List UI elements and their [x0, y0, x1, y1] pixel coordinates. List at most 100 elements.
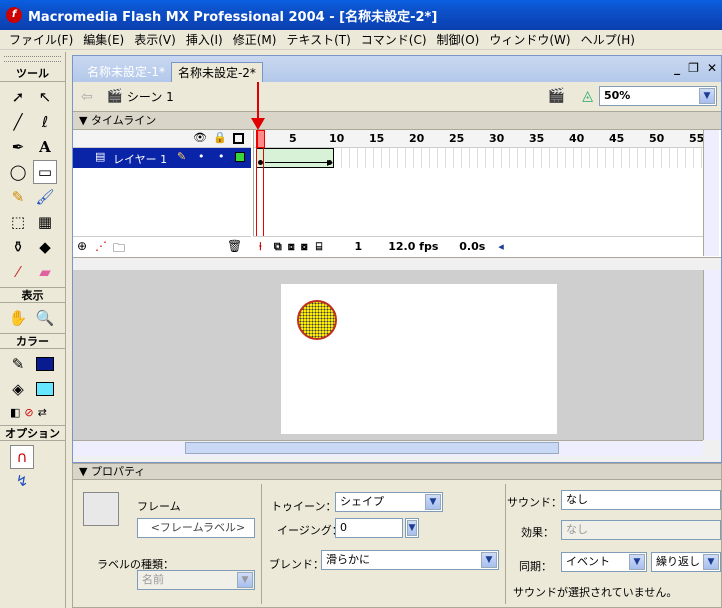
line-tool-icon[interactable]: ╱ — [6, 110, 30, 134]
easing-input[interactable]: 0 — [335, 518, 403, 538]
tween-select[interactable]: シェイプ ▼ — [335, 492, 443, 512]
pencil-tool-icon[interactable]: ✎ — [6, 185, 30, 209]
scroll-left-icon[interactable]: ◂ — [498, 240, 504, 253]
menu-help[interactable]: ヘルプ(H) — [576, 31, 640, 48]
add-folder-icon[interactable]: 🗀 — [113, 239, 125, 260]
repeat-select[interactable]: 繰り返し ▼ — [651, 552, 721, 572]
minimize-icon[interactable]: _ — [674, 61, 680, 75]
keyframe-end[interactable] — [327, 160, 332, 165]
expand-triangle-icon[interactable]: ▼ — [79, 114, 87, 127]
no-color-icon[interactable]: ⊘ — [24, 406, 33, 419]
onion-markers-icon[interactable]: ⌸ — [316, 240, 323, 254]
stroke-color-swatch[interactable] — [33, 352, 57, 376]
delete-layer-icon[interactable]: 🗑 — [227, 239, 242, 253]
menu-modify[interactable]: 修正(M) — [228, 31, 282, 48]
fill-color-swatch[interactable] — [33, 377, 57, 401]
close-icon[interactable]: ✕ — [707, 61, 717, 75]
hand-tool-icon[interactable]: ✋ — [6, 306, 30, 330]
options-section-title: オプション — [0, 425, 65, 441]
arrow-tool-icon[interactable]: ➚ — [6, 85, 30, 109]
tween-label: トゥイーン： — [271, 500, 337, 513]
easing-dropdown[interactable]: ▼ — [405, 518, 419, 538]
tab-document-2[interactable]: 名称未設定-2* — [170, 62, 263, 82]
scene-label[interactable]: シーン 1 — [127, 88, 174, 105]
tab-document-1[interactable]: 名称未設定-1* — [81, 62, 171, 82]
rectangle-tool-icon[interactable]: ▭ — [33, 160, 57, 184]
zoom-tool-icon[interactable]: 🔍 — [33, 306, 57, 330]
menu-window[interactable]: ウィンドウ(W) — [484, 31, 575, 48]
text-tool-icon[interactable]: A — [33, 135, 57, 159]
lock-icon[interactable]: 🔒 — [213, 131, 227, 144]
flash-app-icon: f — [6, 7, 22, 23]
frame-label-input[interactable]: <フレームラベル> — [137, 518, 255, 538]
eyedropper-tool-icon[interactable]: ⁄ — [6, 260, 30, 284]
menu-file[interactable]: ファイル(F) — [4, 31, 78, 48]
oval-tool-icon[interactable]: ◯ — [6, 160, 30, 184]
panel-grip[interactable] — [4, 56, 61, 62]
eraser-tool-icon[interactable]: ▰ — [33, 260, 57, 284]
stage-vscroll[interactable] — [703, 270, 721, 440]
restore-icon[interactable]: ❐ — [688, 61, 699, 75]
timeline-vscroll[interactable] — [703, 130, 719, 256]
black-white-icon[interactable]: ◧ — [10, 406, 20, 419]
stage-hscroll[interactable] — [73, 440, 703, 456]
pencil-icon: ✎ — [177, 150, 187, 163]
free-transform-tool-icon[interactable]: ⬚ — [6, 210, 30, 234]
blend-select[interactable]: 滑らかに ▼ — [321, 550, 499, 570]
menu-view[interactable]: 表示(V) — [129, 31, 181, 48]
brush-tool-icon[interactable]: 🖌 — [33, 185, 57, 209]
lock-dot-icon[interactable]: • — [218, 150, 225, 163]
timeline-header[interactable]: ▼ タイムライン — [73, 112, 721, 130]
menu-edit[interactable]: 編集(E) — [78, 31, 129, 48]
layer-name[interactable]: レイヤー 1 — [113, 151, 167, 167]
fill-transform-tool-icon[interactable]: ▦ — [33, 210, 57, 234]
back-arrow-icon[interactable]: ⇦ — [81, 89, 93, 105]
properties-header[interactable]: ▼ プロパティ — [73, 464, 721, 480]
sync-select[interactable]: イベント ▼ — [561, 552, 647, 572]
menu-commands[interactable]: コマンド(C) — [356, 31, 432, 48]
subselect-tool-icon[interactable]: ↖ — [33, 85, 57, 109]
stage[interactable] — [281, 284, 557, 434]
edit-symbol-icon[interactable]: ◬ — [582, 88, 593, 104]
snap-magnet-icon[interactable]: ∩ — [10, 445, 34, 469]
scroll-thumb[interactable] — [185, 442, 559, 454]
frame-ruler[interactable]: 1 5 10 15 20 25 30 35 40 45 50 55 — [254, 130, 711, 148]
pen-tool-icon[interactable]: ✒ — [6, 135, 30, 159]
add-guide-layer-icon[interactable]: ⋰ — [95, 239, 107, 253]
properties-panel: ▼ プロパティ フレーム <フレームラベル> ラベルの種類： 名前 ▼ トゥイー… — [72, 463, 722, 608]
document-window: 名称未設定-1* 名称未設定-2* _ ❐ ✕ ⇦ 🎬 シーン 1 🎬 ◬ 50… — [72, 55, 722, 463]
edit-multiple-icon[interactable]: ⧇ — [301, 240, 308, 254]
frame-tick-label: 15 — [369, 132, 385, 145]
menu-text[interactable]: テキスト(T) — [281, 31, 355, 48]
center-frame-icon[interactable]: ⍿ — [259, 240, 262, 254]
zoom-select[interactable]: 50% ▼ — [599, 86, 717, 106]
expand-triangle-icon[interactable]: ▼ — [79, 465, 87, 478]
shape-tween-span[interactable]: ▶ — [256, 148, 334, 168]
menu-control[interactable]: 制御(O) — [432, 31, 485, 48]
menu-insert[interactable]: 挿入(I) — [181, 31, 228, 48]
visible-dot-icon[interactable]: • — [198, 150, 205, 163]
sound-select[interactable]: なし — [561, 490, 721, 510]
smooth-option-icon[interactable]: ↯ — [10, 469, 34, 493]
swap-colors-icon[interactable]: ⇄ — [38, 406, 47, 419]
eye-icon[interactable]: 👁 — [193, 131, 207, 144]
onion-skin-icon[interactable]: ⧉ — [274, 240, 282, 254]
ink-bottle-tool-icon[interactable]: ⚱ — [6, 235, 30, 259]
edit-scene-icon[interactable]: 🎬 — [548, 88, 565, 104]
lasso-tool-icon[interactable]: ℓ — [33, 110, 57, 134]
paint-bucket-tool-icon[interactable]: ◆ — [33, 235, 57, 259]
tween-value: シェイプ — [340, 495, 384, 508]
layer-row[interactable]: ▤ レイヤー 1 ✎ • • — [73, 148, 251, 168]
effect-select[interactable]: なし — [561, 520, 721, 540]
outline-icon[interactable] — [233, 133, 244, 144]
frames-area[interactable]: 1 5 10 15 20 25 30 35 40 45 50 55 ▶ — [253, 130, 711, 236]
layer-color-icon[interactable] — [235, 152, 245, 162]
onion-outline-icon[interactable]: ⧈ — [288, 240, 295, 254]
frame-rate[interactable]: 12.0 fps — [386, 240, 440, 253]
yellow-circle-shape[interactable] — [297, 300, 337, 340]
add-layer-icon[interactable]: ⊕ — [77, 239, 87, 253]
label-type-select[interactable]: 名前 ▼ — [137, 570, 255, 590]
tools-panel: ツール ➚ ↖ ╱ ℓ ✒ A ◯ ▭ ✎ 🖌 ⬚ ▦ ⚱ ◆ ⁄ ▰ 表示 ✋… — [0, 52, 66, 608]
playhead[interactable] — [256, 130, 265, 236]
sound-status: サウンドが選択されていません。 — [513, 586, 678, 599]
